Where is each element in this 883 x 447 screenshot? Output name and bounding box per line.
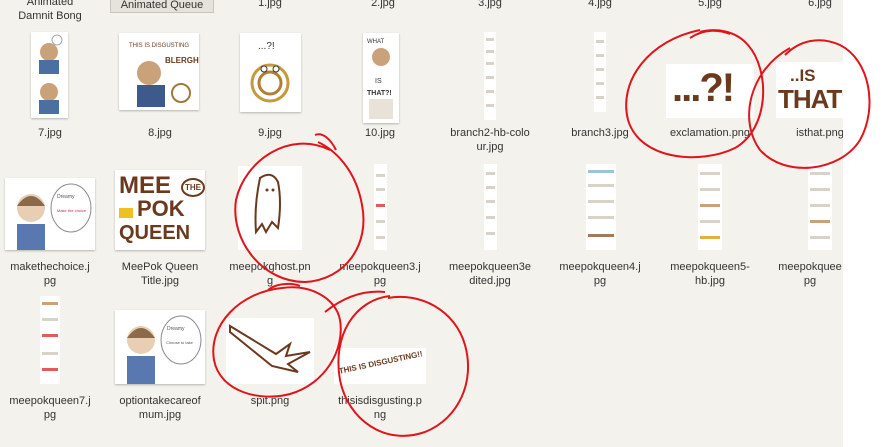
tall-strip-thumb-icon [374, 164, 387, 250]
file-label: exclamation.png [669, 127, 751, 139]
isthat-text-thumb-icon: ..IS THAT? [776, 62, 843, 118]
exclamation-text-thumb-icon: ...?! [666, 64, 754, 118]
file-item-branch2[interactable]: branch2-hb-colo ur.jpg [440, 30, 540, 160]
file-label[interactable]: 5.jpg [680, 0, 740, 10]
file-label: branch2-hb-colo ur.jpg [450, 127, 530, 153]
svg-text:Dreamy: Dreamy [57, 194, 75, 200]
file-label: MeePok Queen Title.jpg [121, 261, 199, 287]
character-thumb-icon: Dreamy Make the choice [5, 178, 95, 250]
file-label: spit.png [250, 395, 290, 407]
svg-text:Choose to take: Choose to take [166, 340, 194, 345]
svg-text:THAT?!: THAT?! [367, 90, 392, 97]
file-browser-view: Animated Damnit Bong Animated Queue 1.jp… [0, 0, 843, 447]
file-label: optiontakecareof mum.jpg [119, 395, 201, 421]
file-item-branch3[interactable]: branch3.jpg [550, 30, 650, 148]
isthat-thumb-text-a: ..IS [790, 66, 816, 85]
svg-text:...?!: ...?! [258, 41, 275, 52]
file-label: 8.jpg [148, 127, 172, 139]
file-item-meepokqueen3[interactable]: meepokqueen3.j pg [330, 162, 430, 292]
tall-strip-thumb-icon [594, 32, 606, 112]
title-text-thumb-icon: MEE THE POK QUEEN [115, 170, 205, 250]
illustration-thumb-icon: THIS IS DISGUSTING BLERGH [119, 33, 199, 110]
spit-drawing-thumb-icon [226, 318, 314, 384]
file-item-10-jpg[interactable]: WHAT IS THAT?! 10.jpg [330, 30, 430, 148]
title-thumb-text-queen: QUEEN [119, 222, 191, 244]
file-item-isthat[interactable]: ..IS THAT? isthat.png [770, 30, 843, 148]
file-item-spit[interactable]: spit.png [220, 296, 320, 426]
file-item-meepokqueen3edited[interactable]: meepokqueen3e dited.jpg [440, 162, 540, 292]
file-label[interactable]: 3.jpg [460, 0, 520, 10]
file-label: meepokqueen3e dited.jpg [449, 261, 531, 287]
file-item-makethechoice[interactable]: Dreamy Make the choice makethechoice.j pg [0, 162, 100, 292]
file-label[interactable]: 6.jpg [790, 0, 843, 10]
file-label[interactable]: 4.jpg [570, 0, 630, 10]
file-item-meepok-title[interactable]: MEE THE POK QUEEN MeePok Queen Title.jpg [110, 162, 210, 292]
ghost-drawing-thumb-icon [238, 166, 302, 250]
file-label: meepokqueen7.j pg [9, 395, 91, 421]
file-label: thisisdisgusting.p ng [338, 395, 422, 421]
svg-text:WHAT: WHAT [367, 39, 385, 45]
animated-queue-button[interactable]: Animated Queue [110, 0, 214, 13]
exclamation-thumb-text: ...?! [672, 66, 735, 110]
comic-character-thumb-icon: WHAT IS THAT?! [363, 33, 399, 123]
file-label: branch3.jpg [571, 127, 629, 139]
svg-text:IS: IS [375, 78, 382, 85]
title-thumb-text-the: THE [181, 178, 205, 197]
file-label: 9.jpg [258, 127, 282, 139]
isthat-thumb-text-b: THAT? [778, 84, 843, 114]
file-label: meepokquee pg [778, 261, 842, 287]
tall-strip-thumb-icon [808, 164, 832, 250]
file-item-meepokqueen6[interactable]: meepokquee pg [770, 162, 843, 292]
file-item-thisisdisgusting[interactable]: THIS IS DISGUSTING!! thisisdisgusting.p … [330, 296, 430, 426]
comic-strip-thumb-icon [31, 32, 68, 118]
file-item-meepokghost[interactable]: meepokghost.pn g [220, 162, 320, 292]
file-item-meepokqueen5[interactable]: meepokqueen5- hb.jpg [660, 162, 760, 292]
file-label: meepokqueen4.j pg [559, 261, 641, 287]
file-item-7-jpg[interactable]: 7.jpg [0, 30, 100, 148]
file-label: makethechoice.j pg [10, 261, 90, 287]
file-label: 10.jpg [365, 127, 395, 139]
file-label[interactable]: 2.jpg [353, 0, 413, 10]
disgusting-text-thumb-icon: THIS IS DISGUSTING!! [334, 348, 426, 384]
file-label: 7.jpg [38, 127, 62, 139]
file-label: meepokqueen5- hb.jpg [670, 261, 750, 287]
character-thumb-icon: Dreamy Choose to take [115, 310, 205, 384]
file-item-optiontakecareofmum[interactable]: Dreamy Choose to take optiontakecareof mu… [110, 296, 210, 426]
file-item-meepokqueen4[interactable]: meepokqueen4.j pg [550, 162, 650, 292]
tall-strip-thumb-icon [484, 32, 496, 120]
noodle-drawing-thumb-icon: ...?! [240, 33, 301, 112]
folder-label-animated-damnit-bong[interactable]: Animated Damnit Bong [5, 0, 95, 23]
file-item-8-jpg[interactable]: THIS IS DISGUSTING BLERGH 8.jpg [110, 30, 210, 148]
tall-strip-thumb-icon [40, 296, 60, 384]
svg-text:Dreamy: Dreamy [167, 326, 185, 332]
tall-strip-thumb-icon [586, 164, 616, 250]
file-item-9-jpg[interactable]: ...?! 9.jpg [220, 30, 320, 148]
disgusting-thumb-text: THIS IS DISGUSTING!! [337, 349, 424, 376]
crown-icon [119, 208, 133, 218]
svg-text:THIS IS DISGUSTING: THIS IS DISGUSTING [129, 43, 189, 49]
file-label: isthat.png [796, 127, 843, 139]
file-item-meepokqueen7[interactable]: meepokqueen7.j pg [0, 296, 100, 426]
title-thumb-text-pok: POK [137, 196, 185, 221]
svg-text:BLERGH: BLERGH [165, 56, 199, 65]
file-label[interactable]: 1.jpg [240, 0, 300, 10]
tall-strip-thumb-icon [484, 164, 497, 250]
tall-strip-thumb-icon [698, 164, 722, 250]
svg-text:Make the choice: Make the choice [57, 208, 87, 213]
file-label: meepokqueen3.j pg [339, 261, 421, 287]
file-item-exclamation[interactable]: ...?! exclamation.png [660, 30, 760, 148]
file-label: meepokghost.pn g [229, 261, 311, 287]
